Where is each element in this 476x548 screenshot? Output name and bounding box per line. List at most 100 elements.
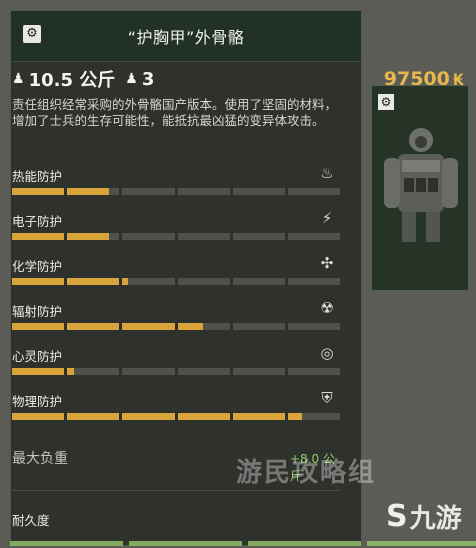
protection-bar-segment xyxy=(67,188,120,195)
protection-bar-fill xyxy=(67,278,120,285)
protection-bar xyxy=(12,188,341,195)
container-icon: ♟ xyxy=(125,71,138,87)
carry-weight-label: 最大负重 xyxy=(12,451,68,467)
protection-label: 电子防护 xyxy=(12,214,63,229)
protection-bar-segment xyxy=(232,413,285,420)
protection-label: 辐射防护 xyxy=(12,304,63,319)
protection-bar-segment xyxy=(122,323,175,330)
protection-bar-fill xyxy=(67,413,120,420)
protection-bar-segment xyxy=(287,278,341,285)
weight-stat: ♟ 10.5 公斤 xyxy=(12,66,115,92)
protection-bar-segment xyxy=(67,278,120,285)
protection-bar-segment xyxy=(287,368,341,375)
logo-text: 九游 xyxy=(409,504,462,534)
protection-bar-fill xyxy=(12,233,65,240)
protection-bar-fill xyxy=(67,368,75,375)
bottom-strip xyxy=(10,541,476,546)
settings-icon[interactable]: ⚙ xyxy=(378,94,394,110)
protection-bar-fill xyxy=(122,323,175,330)
protection-bar-segment xyxy=(122,413,175,420)
protection-bar-segment xyxy=(122,188,175,195)
protection-bar-segment xyxy=(67,233,120,240)
protection-bar-segment xyxy=(232,323,285,330)
protection-bar xyxy=(12,233,341,240)
protection-bar-segment xyxy=(177,233,230,240)
protection-bar xyxy=(12,413,341,420)
protection-bar-fill xyxy=(67,323,120,330)
protection-row: 电子防护 ⚡ xyxy=(12,209,341,251)
divider xyxy=(12,490,340,491)
protection-bar-segment xyxy=(177,413,230,420)
slots-value: 3 xyxy=(141,68,155,90)
protection-bar-segment xyxy=(232,188,285,195)
protection-bar-segment xyxy=(232,278,285,285)
settings-icon[interactable]: ⚙ xyxy=(23,25,41,43)
strip-segment xyxy=(10,541,123,546)
strip-segment xyxy=(129,541,242,546)
protection-bar-fill xyxy=(177,413,230,420)
protection-bar-segment xyxy=(177,188,230,195)
protection-bar-segment xyxy=(232,233,285,240)
protection-bar-fill xyxy=(67,188,109,195)
protection-label: 物理防护 xyxy=(12,394,63,409)
logo-mark-icon: S xyxy=(386,499,408,534)
radiation-icon: ☢ xyxy=(320,299,334,317)
weight-icon: ♟ xyxy=(12,71,25,87)
protection-row: 化学防护 ✣ xyxy=(12,254,341,296)
protection-bar-fill xyxy=(12,278,65,285)
watermark: 游民攻略组 xyxy=(236,458,377,488)
protection-bar xyxy=(12,278,341,285)
protection-bar-fill xyxy=(12,368,65,375)
protection-label: 心灵防护 xyxy=(12,349,63,364)
protection-bar-segment xyxy=(12,188,65,195)
protection-bar-segment xyxy=(12,368,65,375)
protection-bar-segment xyxy=(122,233,175,240)
strip-segment xyxy=(367,541,476,546)
protection-row: 辐射防护 ☢ xyxy=(12,299,341,341)
fire-icon: ♨ xyxy=(320,164,334,182)
item-description: 责任组织经常采购的外骨骼国产版本。使用了坚固的材料，增加了士兵的生存可能性，能抵… xyxy=(12,97,338,128)
protection-bar-fill xyxy=(12,188,65,195)
protection-bar-fill xyxy=(232,413,285,420)
protection-bar-segment xyxy=(287,323,341,330)
protection-bar-segment xyxy=(177,323,230,330)
protection-bar-fill xyxy=(67,233,109,240)
electric-shield-icon: ⚡ xyxy=(321,209,333,227)
protection-bar-segment xyxy=(67,323,120,330)
protection-bar-fill xyxy=(287,413,303,420)
protection-bar-fill xyxy=(122,413,175,420)
protection-bar-segment xyxy=(67,368,120,375)
weight-value: 10.5 公斤 xyxy=(28,70,116,91)
site-logo: S 九游 xyxy=(386,498,462,535)
psi-shield-icon: ◎ xyxy=(320,344,334,362)
protection-bar xyxy=(12,368,341,375)
protection-bar-segment xyxy=(122,278,175,285)
protection-bar-segment xyxy=(67,413,120,420)
protection-row: 物理防护 ⛨ xyxy=(12,389,341,431)
protection-bar xyxy=(12,323,341,330)
protection-bar-segment xyxy=(12,278,65,285)
item-preview-card[interactable]: ⚙ xyxy=(371,85,469,291)
protection-row: 心灵防护 ◎ xyxy=(12,344,341,386)
protection-bar-fill xyxy=(177,323,203,330)
protection-bar-segment xyxy=(12,413,65,420)
protection-bar-segment xyxy=(122,368,175,375)
protection-bar-segment xyxy=(177,278,230,285)
protection-label: 化学防护 xyxy=(12,259,63,274)
protection-bar-fill xyxy=(12,323,65,330)
protection-bar-fill xyxy=(12,413,65,420)
panel-header: ⚙ “护胸甲”外骨骼 xyxy=(11,11,361,62)
protection-bar-segment xyxy=(232,368,285,375)
protection-bar-segment xyxy=(177,368,230,375)
durability-label: 耐久度 xyxy=(12,513,50,528)
protection-bar-segment xyxy=(287,413,341,420)
exoskeleton-image xyxy=(384,128,458,242)
strip-segment xyxy=(248,541,361,546)
protection-bar-segment xyxy=(12,233,65,240)
chemical-icon: ✣ xyxy=(320,254,334,272)
protection-bar-segment xyxy=(287,233,341,240)
slots-stat: ♟ 3 xyxy=(125,69,154,90)
protection-label: 热能防护 xyxy=(12,169,63,184)
item-title: “护胸甲”外骨骼 xyxy=(127,28,245,47)
protection-bar-segment xyxy=(287,188,341,195)
